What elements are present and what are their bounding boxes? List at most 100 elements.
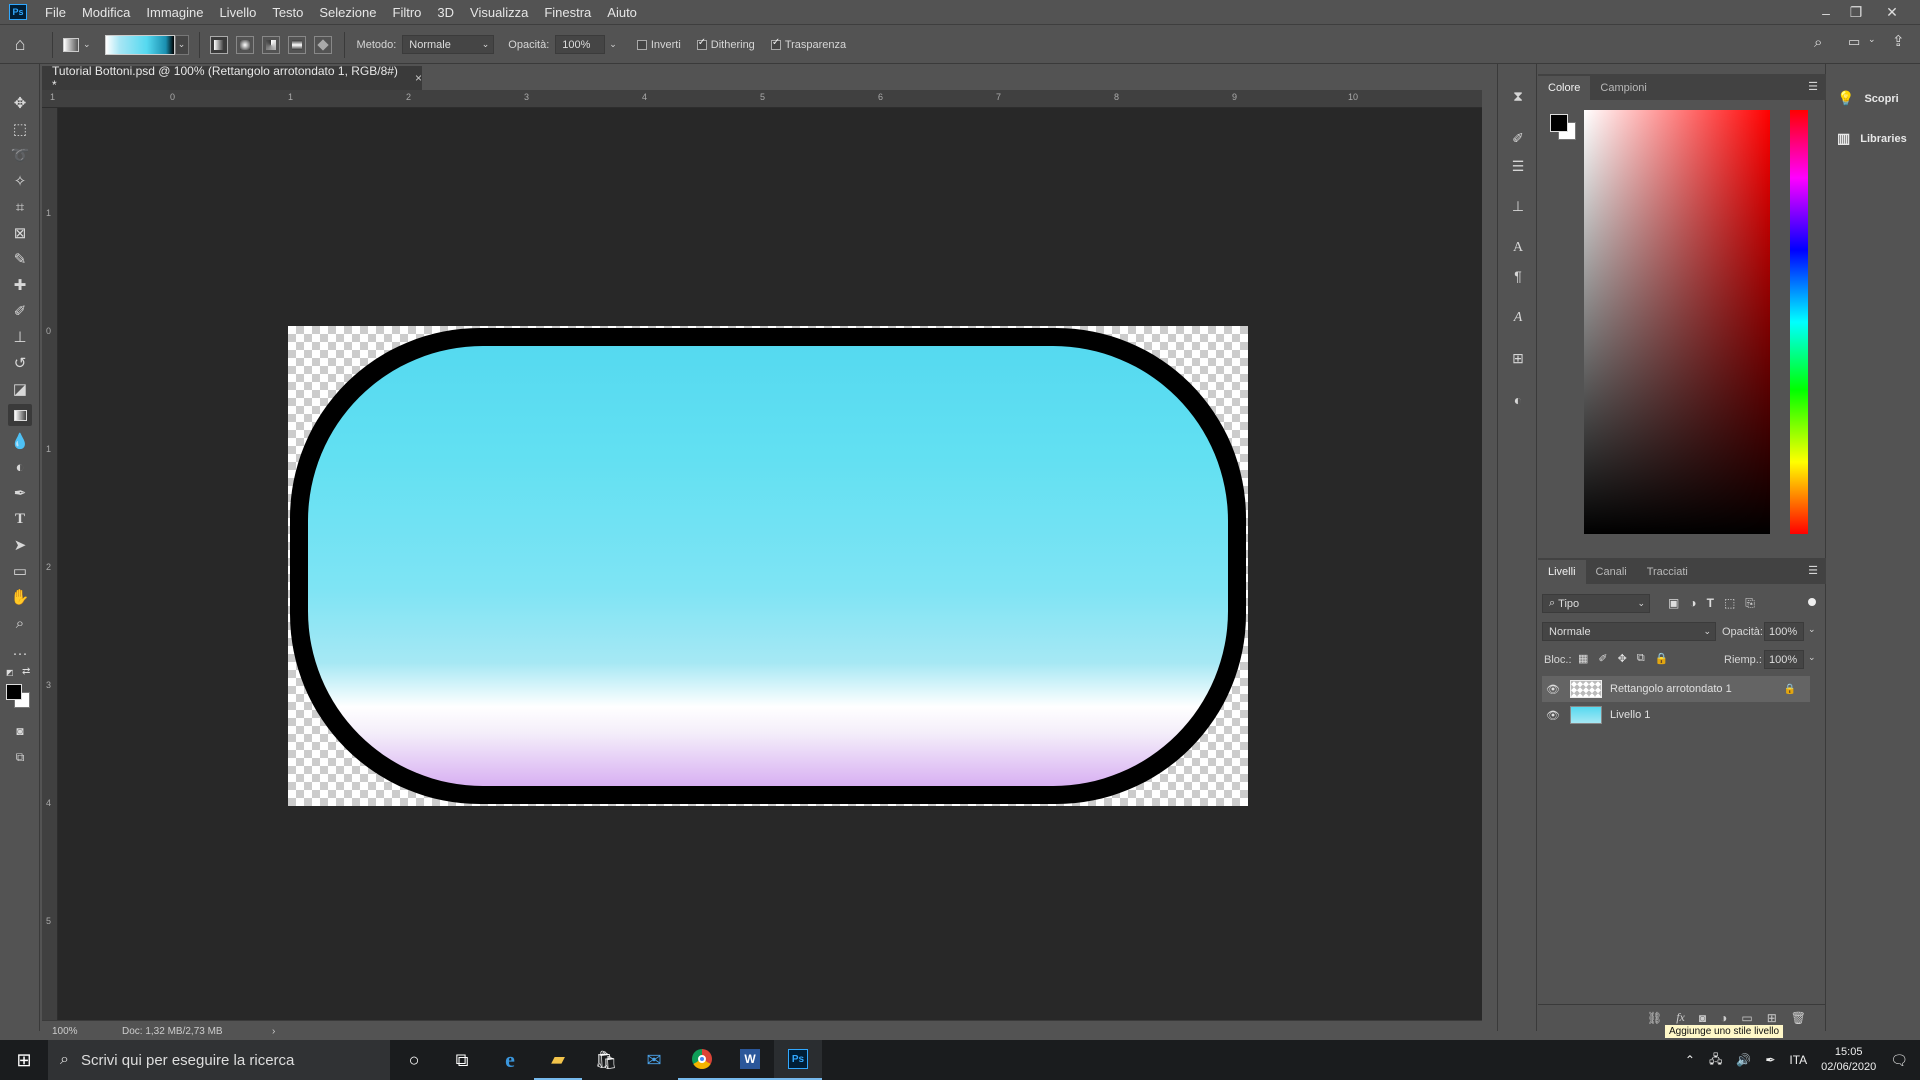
dithering-checkbox-box[interactable]	[696, 37, 707, 50]
cortana-icon[interactable]: ○	[390, 1040, 438, 1080]
smart-object-filter-icon[interactable]: ⎘	[1745, 596, 1755, 611]
invert-checkbox-box[interactable]	[636, 39, 647, 50]
fill-input[interactable]: 100%	[1764, 650, 1804, 669]
eyedropper-tool-icon[interactable]: ✎	[8, 248, 32, 270]
more-tools-icon[interactable]: ···	[8, 642, 32, 664]
character-icon[interactable]: A	[1508, 238, 1528, 258]
tab-campioni[interactable]: Campioni	[1590, 76, 1656, 100]
adjustment-filter-icon[interactable]: ◑	[1689, 596, 1696, 611]
tab-livelli[interactable]: Livelli	[1538, 560, 1586, 584]
task-view-icon[interactable]: ⧉	[438, 1040, 486, 1080]
gradient-tool-icon[interactable]	[8, 404, 32, 426]
move-tool-icon[interactable]: ✥	[8, 92, 32, 114]
gradient-dropdown-chevron-icon[interactable]: ⌄	[174, 34, 189, 55]
path-selection-tool-icon[interactable]: ➤	[8, 534, 32, 556]
lock-position-icon[interactable]: ✥	[1618, 652, 1627, 665]
zoom-tool-icon[interactable]: ⌕	[8, 612, 32, 634]
brush-settings-icon[interactable]: ✐	[1508, 128, 1528, 148]
hue-slider[interactable]	[1790, 110, 1808, 534]
network-icon[interactable]: 🖧	[1709, 1050, 1722, 1071]
glyphs-icon[interactable]: A	[1508, 308, 1528, 328]
document-canvas[interactable]	[288, 326, 1248, 806]
crop-tool-icon[interactable]: ⌗	[8, 196, 32, 218]
workspace-chevron-icon[interactable]: ⌄	[1868, 34, 1876, 45]
minimize-button[interactable]: –	[1812, 0, 1840, 25]
new-layer-icon[interactable]: ⊞	[1767, 1011, 1777, 1025]
menu-file[interactable]: File	[37, 0, 74, 25]
frame-tool-icon[interactable]: ⊠	[8, 222, 32, 244]
adjustments-icon[interactable]: ☰	[1508, 156, 1528, 176]
edge-browser-icon[interactable]: e	[486, 1040, 534, 1080]
document-tab[interactable]: Tutorial Bottoni.psd @ 100% (Rettangolo …	[42, 64, 422, 92]
history-icon[interactable]: ⧗	[1508, 86, 1528, 106]
shape-filter-icon[interactable]: ⬚	[1724, 596, 1735, 611]
color-picker-field[interactable]	[1584, 110, 1770, 534]
linear-gradient-icon[interactable]	[209, 35, 228, 54]
store-icon[interactable]: 🛍	[582, 1040, 630, 1080]
fx-icon[interactable]: fx	[1676, 1010, 1685, 1025]
photoshop-taskbar-icon[interactable]: Ps	[774, 1040, 822, 1080]
panel-menu-icon[interactable]: ☰	[1808, 80, 1818, 93]
close-window-button[interactable]: ✕	[1878, 0, 1906, 25]
type-tool-icon[interactable]: T	[8, 508, 32, 530]
filter-toggle-icon[interactable]	[1808, 598, 1816, 606]
chrome-icon[interactable]	[678, 1040, 726, 1080]
magic-wand-tool-icon[interactable]: ✧	[8, 170, 32, 192]
screen-mode-icon[interactable]: ⧉	[8, 746, 32, 768]
lock-transparent-icon[interactable]: ▦	[1578, 652, 1588, 665]
type-filter-icon[interactable]: T	[1707, 596, 1714, 611]
swap-colors-icon[interactable]: ⇄	[22, 666, 30, 677]
start-button[interactable]: ⊞	[0, 1040, 48, 1080]
new-group-icon[interactable]: ▭	[1741, 1011, 1752, 1025]
history-brush-tool-icon[interactable]: ↺	[8, 352, 32, 374]
workspace-icon[interactable]: ▭	[1848, 34, 1860, 50]
opacity-chevron-icon[interactable]: ⌄	[609, 39, 617, 50]
home-icon[interactable]: ⌂	[0, 30, 40, 60]
radial-gradient-icon[interactable]	[235, 35, 254, 54]
rectangle-tool-icon[interactable]: ▭	[8, 560, 32, 582]
restore-button[interactable]: ❐	[1842, 0, 1870, 25]
menu-selezione[interactable]: Selezione	[311, 0, 384, 25]
tab-tracciati[interactable]: Tracciati	[1637, 560, 1698, 584]
method-select[interactable]: Normale ⌄	[402, 35, 495, 54]
visibility-eye-icon[interactable]: 👁	[1542, 683, 1564, 696]
file-explorer-icon[interactable]: ▰	[534, 1040, 582, 1080]
opacity-input[interactable]: 100%	[555, 35, 606, 54]
delete-layer-icon[interactable]: 🗑	[1791, 1011, 1806, 1025]
word-icon[interactable]: W	[726, 1040, 774, 1080]
link-layers-icon[interactable]: ⛓	[1647, 1011, 1662, 1025]
chevron-up-icon[interactable]: ⌃	[1685, 1053, 1695, 1067]
menu-finestra[interactable]: Finestra	[536, 0, 599, 25]
share-icon[interactable]: ⇪	[1892, 32, 1905, 50]
opacity-chevron-icon[interactable]: ⌄	[1808, 624, 1816, 635]
new-fill-layer-icon[interactable]: ◑	[1720, 1011, 1727, 1025]
lock-artboard-icon[interactable]: ⧉	[1637, 652, 1645, 665]
reflected-gradient-icon[interactable]	[287, 35, 306, 54]
notifications-icon[interactable]: 🗨	[1890, 1052, 1908, 1069]
eraser-tool-icon[interactable]: ◪	[8, 378, 32, 400]
quick-mask-icon[interactable]: ◙	[8, 720, 32, 742]
color-adjust-icon[interactable]: ◐	[1508, 390, 1528, 410]
transparency-checkbox[interactable]: Trasparenza	[770, 37, 846, 51]
layer-filter-select[interactable]: ⌕ Tipo ⌄	[1542, 594, 1650, 613]
blur-tool-icon[interactable]: 💧	[8, 430, 32, 452]
dithering-checkbox[interactable]: Dithering	[696, 37, 755, 51]
paragraph-icon[interactable]: ¶	[1508, 266, 1528, 286]
layer-row[interactable]: 👁 Livello 1	[1542, 702, 1810, 728]
gradient-tool-preset-icon[interactable]	[63, 37, 79, 52]
pen-workspace-icon[interactable]: ✒	[1765, 1053, 1775, 1067]
menu-visualizza[interactable]: Visualizza	[462, 0, 536, 25]
canvas-workspace[interactable]	[58, 108, 1482, 1020]
pixel-filter-icon[interactable]: ▣	[1668, 596, 1679, 611]
clone-stamp-tool-icon[interactable]: ⊥	[8, 326, 32, 348]
menu-livello[interactable]: Livello	[211, 0, 264, 25]
search-icon[interactable]: ⌕	[1814, 34, 1822, 51]
scopri-button[interactable]: 💡 Scopri	[1837, 90, 1899, 107]
diamond-gradient-icon[interactable]	[313, 35, 332, 54]
invert-checkbox[interactable]: Inverti	[636, 39, 681, 51]
status-menu-arrow-icon[interactable]: ›	[272, 1026, 275, 1037]
hand-tool-icon[interactable]: ✋	[8, 586, 32, 608]
menu-filtro[interactable]: Filtro	[385, 0, 430, 25]
default-colors-icon[interactable]: ◩	[6, 668, 14, 677]
marquee-tool-icon[interactable]: ⬚	[8, 118, 32, 140]
